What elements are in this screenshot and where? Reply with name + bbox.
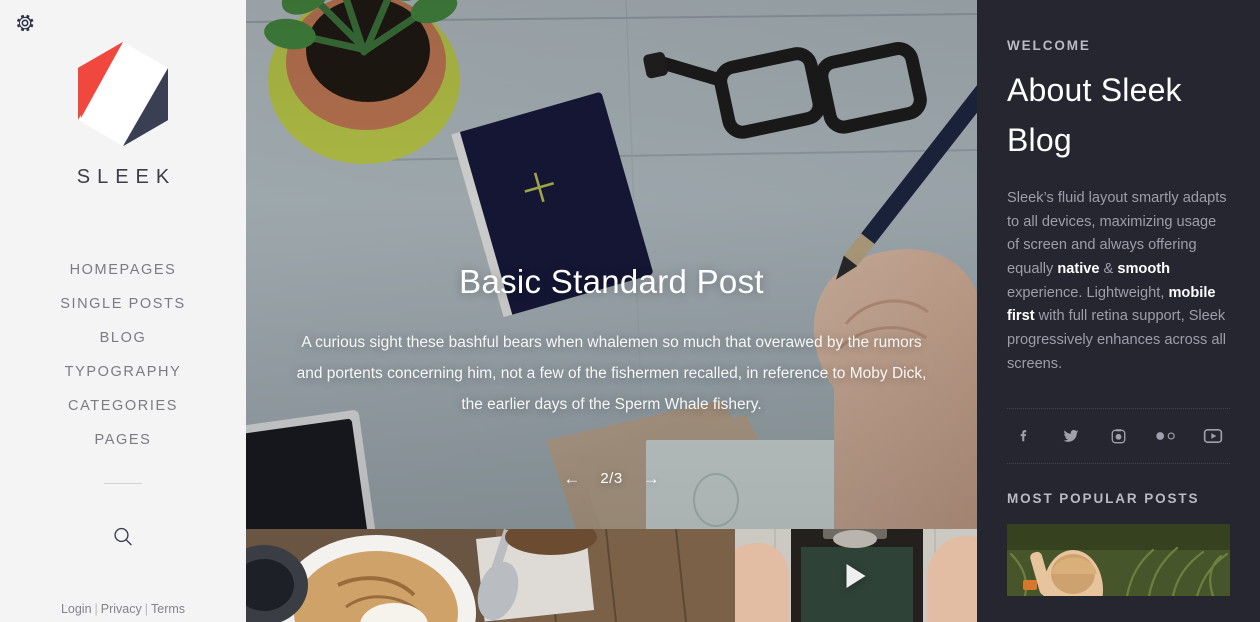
hero-slider[interactable]: Basic Standard Post A curious sight thes… xyxy=(246,0,977,529)
instagram-glyph xyxy=(1111,429,1126,444)
hero-excerpt: A curious sight these bashful bears when… xyxy=(296,333,927,413)
video-play-icon[interactable] xyxy=(846,563,866,588)
about-description: Sleek’s fluid layout smartly adapts to a… xyxy=(1007,190,1227,372)
social-links-row xyxy=(1007,408,1230,465)
sidebar-item-homepages[interactable]: HOMEPAGES xyxy=(0,253,246,287)
instagram-icon[interactable] xyxy=(1106,423,1132,449)
facebook-icon[interactable] xyxy=(1011,423,1037,449)
camera-video-post-thumbnail[interactable] xyxy=(735,529,977,622)
facebook-glyph xyxy=(1020,430,1027,442)
sidebar-divider xyxy=(104,483,142,484)
slider-counter: 2/3 xyxy=(600,470,623,487)
hero-title[interactable]: Basic Standard Post xyxy=(294,262,929,302)
twitter-glyph xyxy=(1063,430,1079,443)
slider-next-button[interactable]: → xyxy=(643,470,660,487)
right-sidebar: WELCOME About Sleek Blog Sleek’s fluid l… xyxy=(977,0,1260,622)
twitter-icon[interactable] xyxy=(1058,423,1084,449)
hero-caption: Basic Standard Post A curious sight thes… xyxy=(246,262,977,420)
footer-link-terms[interactable]: Terms xyxy=(151,602,185,616)
flickr-glyph xyxy=(1156,432,1175,441)
gear-icon xyxy=(17,14,34,32)
sidebar-item-typography[interactable]: TYPOGRAPHY xyxy=(0,355,246,389)
youtube-glyph xyxy=(1203,429,1223,444)
coffee-latte-post-thumbnail[interactable] xyxy=(246,529,735,622)
flickr-icon[interactable] xyxy=(1153,423,1179,449)
sleek-hexagon-logo-icon xyxy=(78,42,168,146)
footer-separator-1: | xyxy=(94,602,98,616)
most-popular-posts-heading: MOST POPULAR POSTS xyxy=(1007,491,1200,507)
settings-button[interactable] xyxy=(12,10,38,36)
post-thumbnail-row xyxy=(246,529,977,622)
sidebar-item-single-posts[interactable]: SINGLE POSTS xyxy=(0,287,246,321)
sidebar-item-blog[interactable]: BLOG xyxy=(0,321,246,355)
sidebar-footer-links: Login | Privacy | Terms xyxy=(0,602,246,616)
popular-post-image xyxy=(1007,524,1230,597)
popular-post-thumbnail[interactable] xyxy=(1007,524,1230,597)
search-icon xyxy=(114,527,132,546)
left-sidebar: SLEEK HOMEPAGES SINGLE POSTS BLOG TYPOGR… xyxy=(0,0,246,622)
sidebar-item-pages[interactable]: PAGES xyxy=(0,423,246,457)
brand-logo[interactable] xyxy=(73,40,173,148)
hero-slider-controls: ← 2/3 → xyxy=(246,470,977,487)
main-navigation: HOMEPAGES SINGLE POSTS BLOG TYPOGRAPHY C… xyxy=(0,253,246,457)
footer-separator-2: | xyxy=(144,602,149,616)
coffee-thumbnail-image xyxy=(246,529,735,622)
search-button[interactable] xyxy=(106,520,140,554)
youtube-icon[interactable] xyxy=(1200,423,1226,449)
sidebar-item-categories[interactable]: CATEGORIES xyxy=(0,389,246,423)
brand-name: SLEEK xyxy=(76,166,177,188)
about-title: About Sleek Blog xyxy=(1007,72,1182,158)
welcome-eyebrow: WELCOME xyxy=(1007,38,1091,53)
footer-link-privacy[interactable]: Privacy xyxy=(101,602,142,616)
slider-prev-button[interactable]: ← xyxy=(563,470,580,487)
main-content: Basic Standard Post A curious sight thes… xyxy=(246,0,977,622)
page-root: SLEEK HOMEPAGES SINGLE POSTS BLOG TYPOGR… xyxy=(0,0,1260,622)
footer-link-login[interactable]: Login xyxy=(61,602,92,616)
